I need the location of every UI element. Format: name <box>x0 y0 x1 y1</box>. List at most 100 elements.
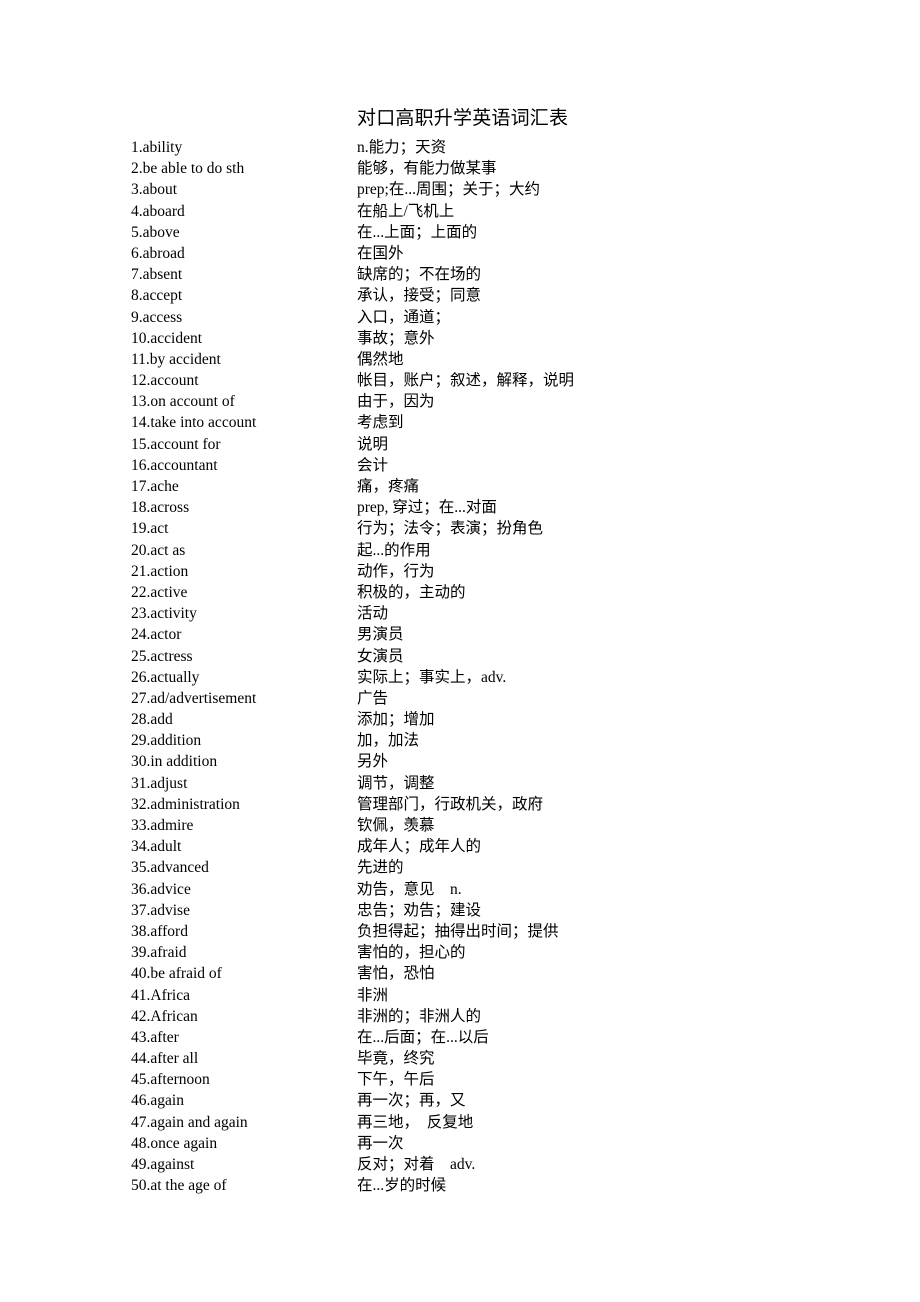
entry-meaning: prep;在...周围；关于；大约 <box>357 181 540 199</box>
entry-meaning: 实际上；事实上，adv. <box>357 668 507 686</box>
entry-meaning: 添加；增加 <box>357 711 435 729</box>
entry-term: 45.afternoon <box>131 1071 210 1089</box>
vocabulary-entry: 38.afford 负担得起；抽得出时间；提供 <box>0 921 920 942</box>
entry-term: 20.act as <box>131 541 186 559</box>
entry-term: 30.in addition <box>131 753 218 771</box>
vocabulary-entry: 47.again and again 再三地， 反复地 <box>0 1112 920 1133</box>
vocabulary-entry: 15.account for 说明 <box>0 434 920 455</box>
entry-term: 39.afraid <box>131 944 187 962</box>
entry-meaning: 钦佩，羡慕 <box>357 817 435 834</box>
entry-term: 50.at the age of <box>131 1177 227 1195</box>
entry-meaning: 忠告；劝告；建设 <box>357 901 482 919</box>
entry-term: 3.about <box>131 181 178 199</box>
entry-meaning: 痛，疼痛 <box>357 478 420 495</box>
vocabulary-entry: 10.accident 事故；意外 <box>0 328 920 349</box>
vocabulary-entry: 3.about prep;在...周围；关于；大约 <box>0 179 920 200</box>
vocabulary-entry: 32.administration 管理部门，行政机关，政府 <box>0 794 920 815</box>
vocabulary-entry: 16.accountant 会计 <box>0 455 920 476</box>
entry-meaning: 再三地， 反复地 <box>357 1113 474 1131</box>
entry-meaning: 再一次 <box>357 1134 404 1152</box>
vocabulary-entry: 11.by accident 偶然地 <box>0 349 920 370</box>
entry-meaning: 入口，通道； <box>357 308 451 326</box>
entry-term: 10.accident <box>131 329 203 347</box>
entry-meaning: 害怕，恐怕 <box>357 965 435 983</box>
vocabulary-entry: 34.adult 成年人；成年人的 <box>0 836 920 857</box>
vocabulary-entry: 27.ad/advertisement 广告 <box>0 688 920 709</box>
entry-term: 38.afford <box>131 922 188 940</box>
vocabulary-entry: 41.Africa 非洲 <box>0 985 920 1006</box>
vocabulary-entry: 46.again 再一次；再，又 <box>0 1090 920 1111</box>
entry-meaning: 帐目，账户；叙述，解释，说明 <box>357 372 575 390</box>
vocabulary-entry: 20.act as 起...的作用 <box>0 540 920 561</box>
entry-meaning: 行为；法令；表演；扮角色 <box>357 520 544 538</box>
vocabulary-entry: 19.act 行为；法令；表演；扮角色 <box>0 518 920 539</box>
vocabulary-entry: 33.admire 钦佩，羡慕 <box>0 815 920 836</box>
page-title: 对口高职升学英语词汇表 <box>357 108 569 129</box>
vocabulary-entry: 42.African 非洲的；非洲人的 <box>0 1006 920 1027</box>
entry-meaning: 先进的 <box>357 859 404 877</box>
entry-meaning: 在...上面；上面的 <box>357 223 478 241</box>
entry-meaning: 害怕的，担心的 <box>357 944 466 962</box>
vocabulary-entry: 29.addition 加，加法 <box>0 730 920 751</box>
entry-meaning: n.能力；天资 <box>357 139 447 156</box>
vocabulary-entry: 17.ache 痛，疼痛 <box>0 476 920 497</box>
entry-meaning: 积极的，主动的 <box>357 583 466 601</box>
entry-term: 5.above <box>131 223 180 241</box>
entry-term: 9.access <box>131 308 183 326</box>
entry-meaning: 在...岁的时候 <box>357 1177 447 1195</box>
entry-meaning: prep, 穿过；在...对面 <box>357 499 497 517</box>
entry-meaning: 男演员 <box>357 626 404 644</box>
vocabulary-entry: 6.abroad 在国外 <box>0 243 920 264</box>
entry-term: 32.administration <box>131 795 240 813</box>
entry-term: 36.advice <box>131 880 191 898</box>
entry-term: 24.actor <box>131 626 182 644</box>
entry-meaning: 事故；意外 <box>357 329 435 347</box>
entry-term: 11.by accident <box>131 350 221 368</box>
entry-term: 34.adult <box>131 838 182 856</box>
vocabulary-entry: 45.afternoon 下午，午后 <box>0 1069 920 1090</box>
entry-term: 29.addition <box>131 732 202 750</box>
entry-term: 19.act <box>131 520 169 538</box>
vocabulary-entry: 26.actually 实际上；事实上，adv. <box>0 667 920 688</box>
entry-term: 4.aboard <box>131 202 185 220</box>
entry-meaning: 会计 <box>357 456 389 474</box>
entry-term: 47.again and again <box>131 1113 248 1131</box>
vocabulary-entry: 25.actress 女演员 <box>0 646 920 667</box>
entry-meaning: 在船上/飞机上 <box>357 202 455 220</box>
entry-term: 7.absent <box>131 266 183 284</box>
entry-meaning: 另外 <box>357 753 389 771</box>
vocabulary-entry: 21.action 动作，行为 <box>0 561 920 582</box>
entry-meaning: 反对；对着 adv. <box>357 1156 476 1173</box>
vocabulary-entry: 18.across prep, 穿过；在...对面 <box>0 497 920 518</box>
vocabulary-entry: 49.against 反对；对着 adv. <box>0 1154 920 1175</box>
entry-meaning: 管理部门，行政机关，政府 <box>357 795 544 813</box>
entry-term: 33.admire <box>131 817 194 834</box>
vocabulary-list: 1.ability n.能力；天资 2.be able to do sth 能够，有能… <box>0 137 920 1196</box>
entry-term: 2.be able to do sth <box>131 160 245 178</box>
entry-meaning: 偶然地 <box>357 350 404 368</box>
entry-term: 46.again <box>131 1092 184 1110</box>
vocabulary-entry: 39.afraid 害怕的，担心的 <box>0 942 920 963</box>
entry-meaning: 非洲的；非洲人的 <box>357 1007 482 1025</box>
entry-meaning: 再一次；再，又 <box>357 1092 466 1110</box>
vocabulary-entry: 37.advise 忠告；劝告；建设 <box>0 900 920 921</box>
vocabulary-entry: 48.once again 再一次 <box>0 1133 920 1154</box>
vocabulary-entry: 8.accept 承认，接受；同意 <box>0 285 920 306</box>
entry-term: 44.after all <box>131 1050 199 1068</box>
entry-term: 28.add <box>131 711 173 729</box>
vocabulary-entry: 4.aboard 在船上/飞机上 <box>0 201 920 222</box>
entry-meaning: 起...的作用 <box>357 541 431 559</box>
entry-term: 40.be afraid of <box>131 965 222 983</box>
vocabulary-entry: 23.activity 活动 <box>0 603 920 624</box>
entry-term: 8.accept <box>131 287 183 305</box>
entry-term: 42.African <box>131 1007 198 1025</box>
entry-term: 22.active <box>131 583 188 601</box>
vocabulary-entry: 43.after 在...后面；在...以后 <box>0 1027 920 1048</box>
entry-meaning: 成年人；成年人的 <box>357 838 482 856</box>
entry-term: 48.once again <box>131 1134 218 1152</box>
entry-term: 16.accountant <box>131 456 218 474</box>
entry-meaning: 非洲 <box>357 986 389 1004</box>
entry-term: 27.ad/advertisement <box>131 689 257 707</box>
entry-term: 17.ache <box>131 478 179 495</box>
vocabulary-entry: 9.access 入口，通道； <box>0 307 920 328</box>
